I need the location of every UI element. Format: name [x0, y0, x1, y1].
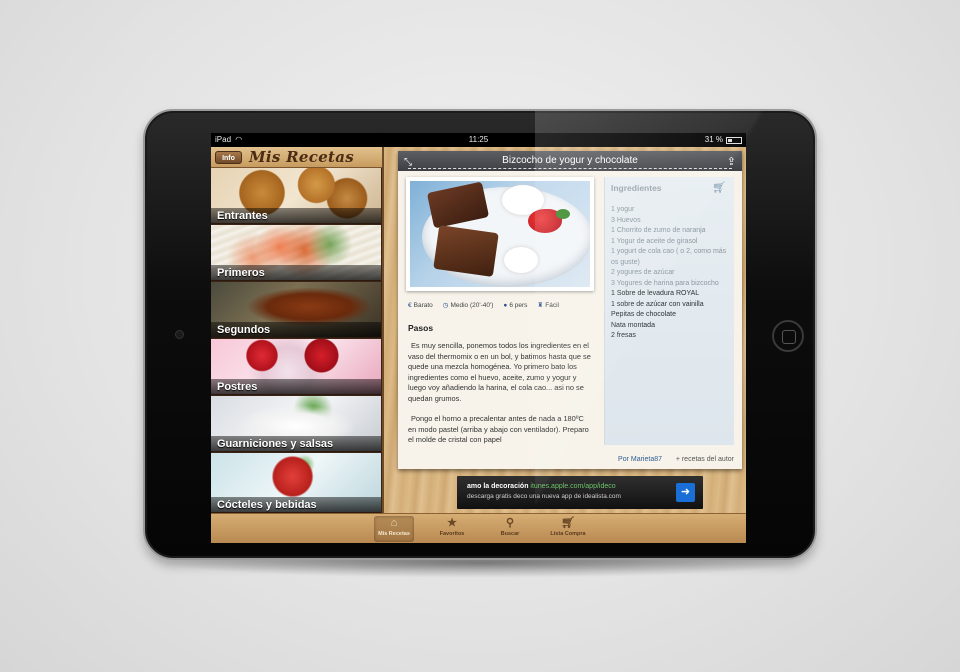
battery-percent: 31 % [704, 135, 723, 144]
ingredients-list: 1 yogur 3 Huevos 1 Chorrito de zumo de n… [611, 205, 733, 342]
category-entrantes[interactable]: Entrantes [211, 168, 381, 224]
battery-icon [726, 136, 742, 144]
ad-title: amo la decoración [467, 483, 529, 490]
category-cocteles[interactable]: Cócteles y bebidas [211, 453, 381, 513]
category-label: Primeros [217, 267, 265, 279]
sidebar-header: Info Mis Recetas [211, 147, 382, 168]
tab-buscar[interactable]: ⚲ Buscar [490, 516, 530, 542]
step-paragraph: Es muy sencilla, ponemos todos los ingre… [408, 341, 591, 403]
whipped-cream [504, 247, 538, 273]
tab-label: Mis Recetas [378, 531, 410, 537]
difficulty-text: Fácil [545, 302, 559, 309]
tab-favoritos[interactable]: ★ Favoritos [432, 516, 472, 542]
recipe-title: Bizcocho de yogur y chocolate [502, 155, 638, 166]
ingredient-item: 1 yogur [611, 206, 635, 213]
ingredient-item: 3 Huevos [611, 216, 641, 224]
status-bar: iPad ◠ 11:25 31 % [211, 133, 746, 147]
ingredient-item: 3 Yogures de harina para bizcocho [611, 279, 719, 287]
servings-text: 6 pers [509, 301, 528, 309]
recipe-header: ⤡ Bizcocho de yogur y chocolate ⇪ [398, 151, 742, 171]
cart-icon: 🛒︎ [561, 517, 575, 529]
ingredient-item: 1 sobre de azúcar con vainilla [611, 300, 704, 308]
tab-label: Buscar [500, 531, 520, 537]
category-postres[interactable]: Postres [211, 339, 381, 395]
meta-difficulty: ♜ Fácil [537, 301, 559, 309]
star-icon: ★ [447, 517, 457, 529]
photo-content [410, 181, 590, 287]
steps-title: Pasos [408, 323, 434, 333]
share-icon[interactable]: ⇪ [727, 152, 736, 172]
ingredient-item: 1 Chorrito de zumo de naranja [611, 227, 706, 234]
category-label: Cócteles y bebidas [217, 499, 317, 511]
home-button[interactable] [772, 320, 804, 352]
ingredient-item: 1 Yogur de aceite de girasol [611, 237, 698, 245]
category-segundos[interactable]: Segundos [211, 282, 381, 338]
recipe-card: ⤡ Bizcocho de yogur y chocolate ⇪ € Bara… [398, 151, 742, 469]
expand-icon[interactable]: ⤡ [404, 153, 412, 173]
arrow-right-icon[interactable]: ➜ [676, 483, 695, 502]
app-title: Mis Recetas [249, 148, 355, 166]
ingredients-panel[interactable]: Ingredientes 🛒︎ 1 yogur 3 Huevos 1 Chorr… [604, 177, 734, 445]
strawberry-leaf [556, 209, 570, 219]
ingredient-item: 1 yogurt de cola cao ( o 2, como más os … [611, 248, 727, 266]
clock-icon: ◷ [442, 302, 449, 309]
chef-hat-icon: ♜ [537, 302, 544, 309]
add-to-cart-icon[interactable]: 🛒︎ [712, 181, 726, 194]
tab-mis-recetas[interactable]: ⌂ Mis Recetas [374, 516, 414, 542]
recipe-photo [406, 177, 594, 291]
ingredient-item: 2 yogures de azúcar [611, 269, 675, 276]
screen: iPad ◠ 11:25 31 % Info Mis Recetas Entra… [211, 133, 746, 543]
stitch-divider [408, 168, 732, 169]
price-text: Barato [413, 301, 433, 309]
ipad-device: iPad ◠ 11:25 31 % Info Mis Recetas Entra… [143, 109, 817, 560]
euro-icon: € [408, 301, 412, 309]
meta-price: € Barato [408, 302, 433, 309]
info-button[interactable]: Info [215, 151, 242, 164]
category-guarniciones[interactable]: Guarniciones y salsas [211, 396, 381, 452]
category-label: Postres [217, 381, 258, 393]
tab-label: Favoritos [439, 531, 465, 537]
tab-bar: ⌂ Mis Recetas ★ Favoritos ⚲ Buscar 🛒︎ Li… [211, 513, 746, 543]
home-icon: ⌂ [390, 517, 398, 529]
recipe-footer: Por Marieta87 + recetas del autor [398, 451, 742, 469]
ingredient-item: Nata montada [611, 321, 655, 329]
meta-time: ◷ Medio (20'-40') [443, 301, 494, 309]
status-time: 11:25 [468, 135, 489, 144]
camera [175, 330, 184, 339]
category-primeros[interactable]: Primeros [211, 225, 381, 281]
meta-servings: ● 6 pers [503, 302, 527, 309]
category-label: Segundos [217, 324, 271, 336]
category-label: Entrantes [217, 210, 268, 222]
tab-label: Lista Compra [550, 531, 586, 537]
ad-banner[interactable]: amo la decoración itunes.apple.com/app/i… [457, 476, 703, 509]
ingredients-title: Ingredientes [611, 183, 662, 193]
ingredient-item: Pepitas de chocolate [611, 311, 676, 318]
steps-text[interactable]: Es muy sencilla, ponemos todos los ingre… [408, 341, 592, 447]
time-text: Medio (20'-40') [450, 302, 494, 309]
ad-url: itunes.apple.com/app/ideco [530, 483, 616, 490]
author-link[interactable]: Por Marieta87 [618, 456, 662, 463]
category-label: Guarniciones y salsas [217, 438, 334, 450]
sidebar: Info Mis Recetas Entrantes Primeros Segu… [211, 147, 382, 513]
ingredient-item: 2 fresas [611, 332, 636, 339]
more-recipes-link[interactable]: + recetas del autor [676, 456, 734, 463]
ad-text: descarga gratis deco una nueva app de id… [467, 493, 621, 500]
recipe-area: ⤡ Bizcocho de yogur y chocolate ⇪ € Bara… [382, 147, 746, 513]
tab-lista-compra[interactable]: 🛒︎ Lista Compra [548, 516, 588, 542]
status-battery: 31 % [705, 133, 742, 147]
cake-slice [433, 225, 499, 277]
person-icon: ● [503, 301, 508, 309]
step-paragraph: Pongo el horno a precalentar antes de na… [408, 414, 589, 444]
ingredient-item: 1 Sobre de levadura ROYAL [611, 290, 700, 297]
ad-headline: amo la decoración itunes.apple.com/app/i… [467, 483, 616, 490]
search-icon: ⚲ [505, 517, 515, 529]
recipe-meta: € Barato ◷ Medio (20'-40') ● 6 pers ♜ Fácil [408, 299, 598, 311]
